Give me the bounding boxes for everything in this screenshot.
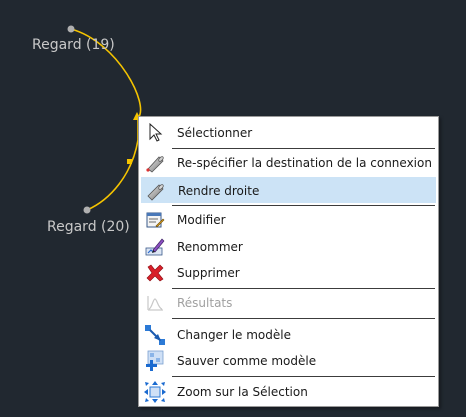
menu-item-results: Résultats bbox=[141, 290, 436, 316]
node-regard-20[interactable] bbox=[83, 206, 91, 214]
menu-item-save-template[interactable]: Sauver comme modèle bbox=[141, 348, 436, 374]
menu-separator bbox=[172, 376, 435, 377]
menu-item-select[interactable]: Sélectionner bbox=[141, 120, 436, 146]
menu-item-make-straight[interactable]: Rendre droite bbox=[141, 177, 436, 203]
menu-label: Zoom sur la Sélection bbox=[177, 385, 308, 399]
menu-label: Renommer bbox=[177, 240, 243, 254]
menu-item-zoom-selection[interactable]: Zoom sur la Sélection bbox=[141, 379, 436, 405]
connection-midpoint-handle[interactable] bbox=[127, 159, 132, 164]
save-template-icon bbox=[144, 350, 166, 372]
menu-label: Sauver comme modèle bbox=[177, 354, 317, 368]
node-label-regard-19: Regard (19) bbox=[32, 37, 115, 53]
change-template-icon bbox=[144, 324, 166, 346]
menu-label: Résultats bbox=[177, 296, 233, 310]
menu-separator bbox=[172, 318, 435, 319]
menu-label: Re-spécifier la destination de la connex… bbox=[177, 156, 432, 170]
menu-separator bbox=[172, 205, 435, 206]
menu-item-delete[interactable]: Supprimer bbox=[141, 260, 436, 286]
edit-form-icon bbox=[144, 209, 166, 231]
menu-item-edit[interactable]: Modifier bbox=[141, 207, 436, 233]
node-regard-19[interactable] bbox=[67, 25, 75, 33]
pipe-straight-icon bbox=[145, 180, 167, 202]
connection-curve[interactable] bbox=[70, 28, 142, 211]
zoom-selection-icon bbox=[144, 381, 166, 403]
pipe-respecify-icon bbox=[144, 152, 166, 174]
menu-item-change-template[interactable]: Changer le modèle bbox=[141, 322, 436, 348]
delete-x-icon bbox=[144, 262, 166, 284]
menu-item-rename[interactable]: Renommer bbox=[141, 234, 436, 260]
menu-item-respecify-destination[interactable]: Re-spécifier la destination de la connex… bbox=[141, 150, 436, 176]
menu-label: Rendre droite bbox=[178, 184, 260, 198]
menu-label: Modifier bbox=[177, 213, 226, 227]
menu-label: Supprimer bbox=[177, 266, 240, 280]
cursor-arrow-icon bbox=[144, 122, 166, 144]
results-chart-icon bbox=[144, 292, 166, 314]
node-label-regard-20: Regard (20) bbox=[47, 219, 130, 235]
menu-separator bbox=[172, 288, 435, 289]
menu-label: Changer le modèle bbox=[177, 328, 291, 342]
rename-pen-icon bbox=[144, 236, 166, 258]
menu-separator bbox=[172, 148, 435, 149]
context-menu: Sélectionner Re-spécifier la destination… bbox=[138, 116, 439, 407]
menu-label: Sélectionner bbox=[177, 126, 253, 140]
